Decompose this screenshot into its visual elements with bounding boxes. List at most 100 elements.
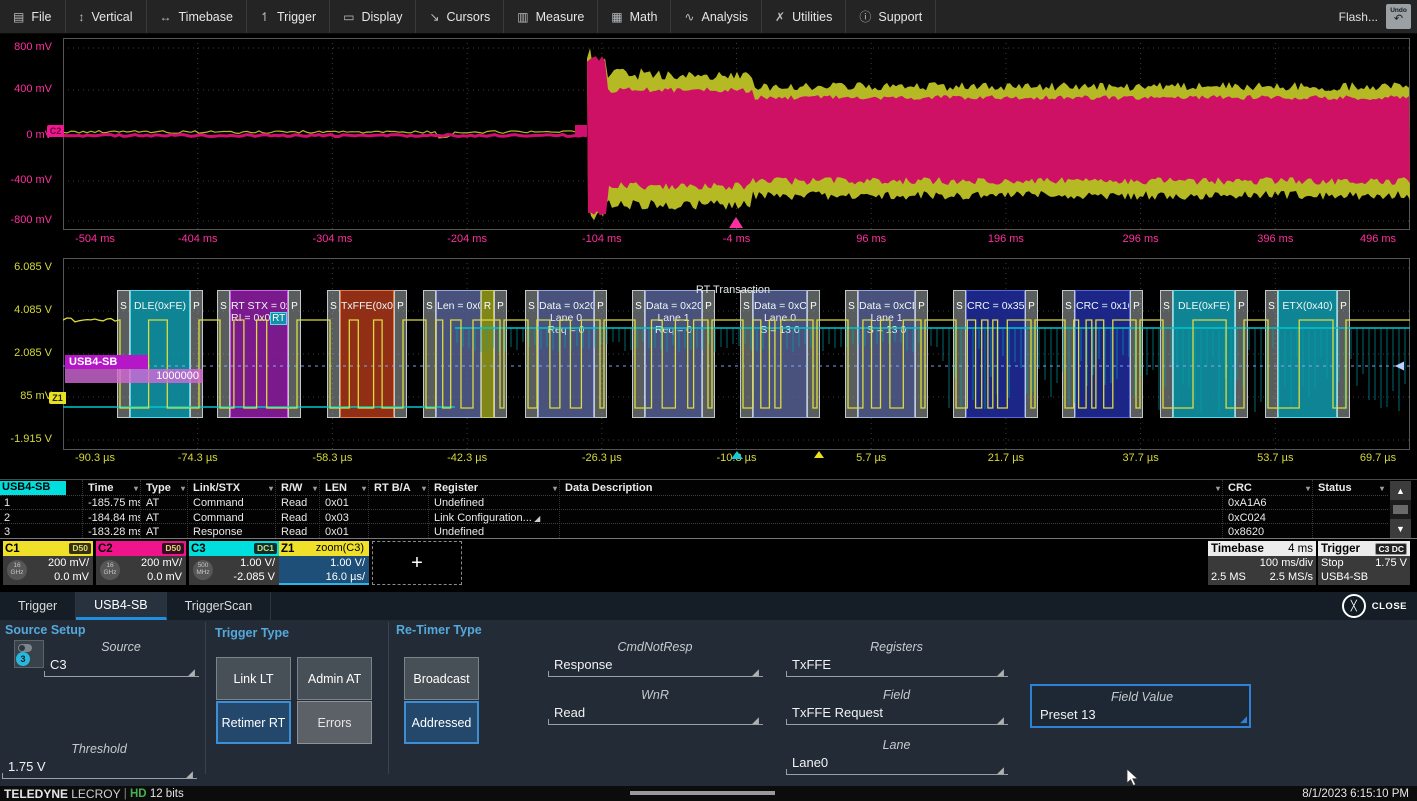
table-cell[interactable]: 3 [4,526,82,538]
decoder-label[interactable]: USB4-SB 1000000 [65,355,203,383]
scroll-handle[interactable] [1393,505,1408,514]
menu-item-timebase[interactable]: ↔Timebase [147,0,247,33]
table-cell[interactable]: 0x8620 [1228,526,1312,538]
registers-dropdown-icon[interactable]: ◢ [997,667,1004,678]
sort-arrow-icon[interactable]: ▾ [269,484,273,493]
column-header-register[interactable]: Register▾ [434,482,557,494]
column-header-status[interactable]: Status▾ [1318,482,1384,494]
sort-arrow-icon[interactable]: ▾ [313,484,317,493]
divider-handle[interactable] [630,791,775,795]
table-cell[interactable]: 0x03 [325,512,368,524]
source-channel-icon[interactable]: 3 [14,640,44,668]
c2-channel-marker[interactable]: C2 [47,125,64,137]
menu-item-trigger[interactable]: ↿Trigger [247,0,330,33]
menu-item-math[interactable]: ▦Math [598,0,671,33]
table-cell[interactable]: Read [281,526,319,538]
table-cell[interactable]: Read [281,497,319,509]
menu-item-file[interactable]: ▤File [0,0,66,33]
source-dropdown[interactable]: C3 [50,657,67,672]
table-cell[interactable]: -184.84 ms [88,512,140,524]
table-cell[interactable]: -185.75 ms [88,497,140,509]
button-errors[interactable]: Errors [297,701,372,744]
channel-descriptor-z1[interactable]: Z1zoom(C3)1.00 V/16.0 µs/ [279,541,369,585]
close-icon[interactable]: ╳ [1342,594,1366,618]
sort-arrow-icon[interactable]: ▾ [1306,484,1310,493]
lane-dropdown[interactable]: Lane0 [792,755,828,770]
decode-table-title[interactable]: USB4-SB [0,481,66,495]
wnr-dropdown-icon[interactable]: ◢ [752,715,759,726]
column-header-data-description[interactable]: Data Description▾ [565,482,1220,494]
sort-arrow-icon[interactable]: ▾ [134,484,138,493]
cmdnotresp-dropdown-icon[interactable]: ◢ [752,667,759,678]
wnr-dropdown[interactable]: Read [554,705,585,720]
field-value-dropdown-icon[interactable]: ◢ [1240,714,1247,725]
menu-item-measure[interactable]: ▥Measure [504,0,598,33]
table-cell[interactable]: -183.28 ms [88,526,140,538]
table-cell[interactable]: 0x01 [325,497,368,509]
field-dropdown[interactable]: TxFFE Request [792,705,883,720]
field-value-box[interactable]: Field Value Preset 13 ◢ [1030,684,1251,728]
menu-item-vertical[interactable]: ↕Vertical [66,0,147,33]
registers-dropdown[interactable]: TxFFE [792,657,831,672]
sort-arrow-icon[interactable]: ▾ [362,484,366,493]
table-cell[interactable]: Undefined [434,526,559,538]
column-header-time[interactable]: Time▾ [88,482,138,494]
table-cell[interactable]: 1 [4,497,82,509]
table-cell[interactable]: Command [193,512,275,524]
channel-descriptor-c1[interactable]: C1D5016GHz200 mV/0.0 mV [3,541,93,585]
button-addressed[interactable]: Addressed [404,701,479,744]
tab-triggerscan[interactable]: TriggerScan [167,592,272,620]
tab-usb4-sb[interactable]: USB4-SB [76,592,167,620]
table-cell[interactable]: AT [146,512,187,524]
grid1-plot[interactable] [63,38,1410,230]
close-button[interactable]: CLOSE [1372,601,1407,612]
sort-arrow-icon[interactable]: ▾ [422,484,426,493]
scroll-down-button[interactable]: ▼ [1390,519,1411,538]
column-header-crc[interactable]: CRC▾ [1228,482,1310,494]
cmdnotresp-dropdown[interactable]: Response [554,657,613,672]
trigger-box[interactable]: Trigger C3 DC Stop 1.75 V USB4-SB [1318,541,1410,585]
column-header-rt-b-a[interactable]: RT B/A▾ [374,482,426,494]
zoom-position-marker[interactable] [814,451,824,458]
table-cell[interactable]: Read [281,512,319,524]
table-cell[interactable]: Response [193,526,275,538]
menu-item-analysis[interactable]: ∿Analysis [671,0,762,33]
channel-descriptor-c3[interactable]: C3DC1500MHz1.00 V/-2.085 V [189,541,279,585]
table-cell[interactable]: Command [193,497,275,509]
expand-triangle-icon[interactable]: ◢ [532,514,540,523]
table-cell[interactable]: AT [146,526,187,538]
menu-item-cursors[interactable]: ↘Cursors [416,0,504,33]
sort-arrow-icon[interactable]: ▾ [181,484,185,493]
menu-item-support[interactable]: ⓘSupport [846,0,936,33]
button-retimer-rt[interactable]: Retimer RT [216,701,291,744]
table-cell[interactable]: 2 [4,512,82,524]
button-admin-at[interactable]: Admin AT [297,657,372,700]
table-cell[interactable]: 0xA1A6 [1228,497,1312,509]
z1-zoom-marker[interactable]: Z1 [49,392,66,404]
column-header-len[interactable]: LEN▾ [325,482,366,494]
trigger-time-marker[interactable] [731,451,743,459]
menu-item-utilities[interactable]: ✗Utilities [762,0,846,33]
table-cell[interactable]: 0x01 [325,526,368,538]
add-trace-button[interactable]: + [372,541,462,585]
field-value-input[interactable]: Preset 13 [1040,707,1096,722]
timebase-box[interactable]: Timebase 4 ms 100 ms/div 2.5 MS 2.5 MS/s [1208,541,1316,585]
channel-descriptor-c2[interactable]: C2D5016GHz200 mV/0.0 mV [96,541,186,585]
threshold-dropdown-icon[interactable]: ◢ [186,769,193,780]
scroll-up-button[interactable]: ▲ [1390,481,1411,500]
threshold-dropdown[interactable]: 1.75 V [8,759,46,774]
undo-button[interactable]: Undo ↶ [1386,4,1411,29]
sort-arrow-icon[interactable]: ▾ [1216,484,1220,493]
sort-arrow-icon[interactable]: ▾ [1380,484,1384,493]
lane-dropdown-icon[interactable]: ◢ [997,765,1004,776]
table-cell[interactable]: AT [146,497,187,509]
table-cell[interactable]: Undefined [434,497,559,509]
column-header-type[interactable]: Type▾ [146,482,185,494]
table-cell[interactable]: Link Configuration... ◢ [434,512,559,524]
column-header-link-stx[interactable]: Link/STX▾ [193,482,273,494]
button-link-lt[interactable]: Link LT [216,657,291,700]
table-cell[interactable]: 0xC024 [1228,512,1312,524]
tab-trigger[interactable]: Trigger [0,592,76,620]
button-broadcast[interactable]: Broadcast [404,657,479,700]
sort-arrow-icon[interactable]: ▾ [553,484,557,493]
